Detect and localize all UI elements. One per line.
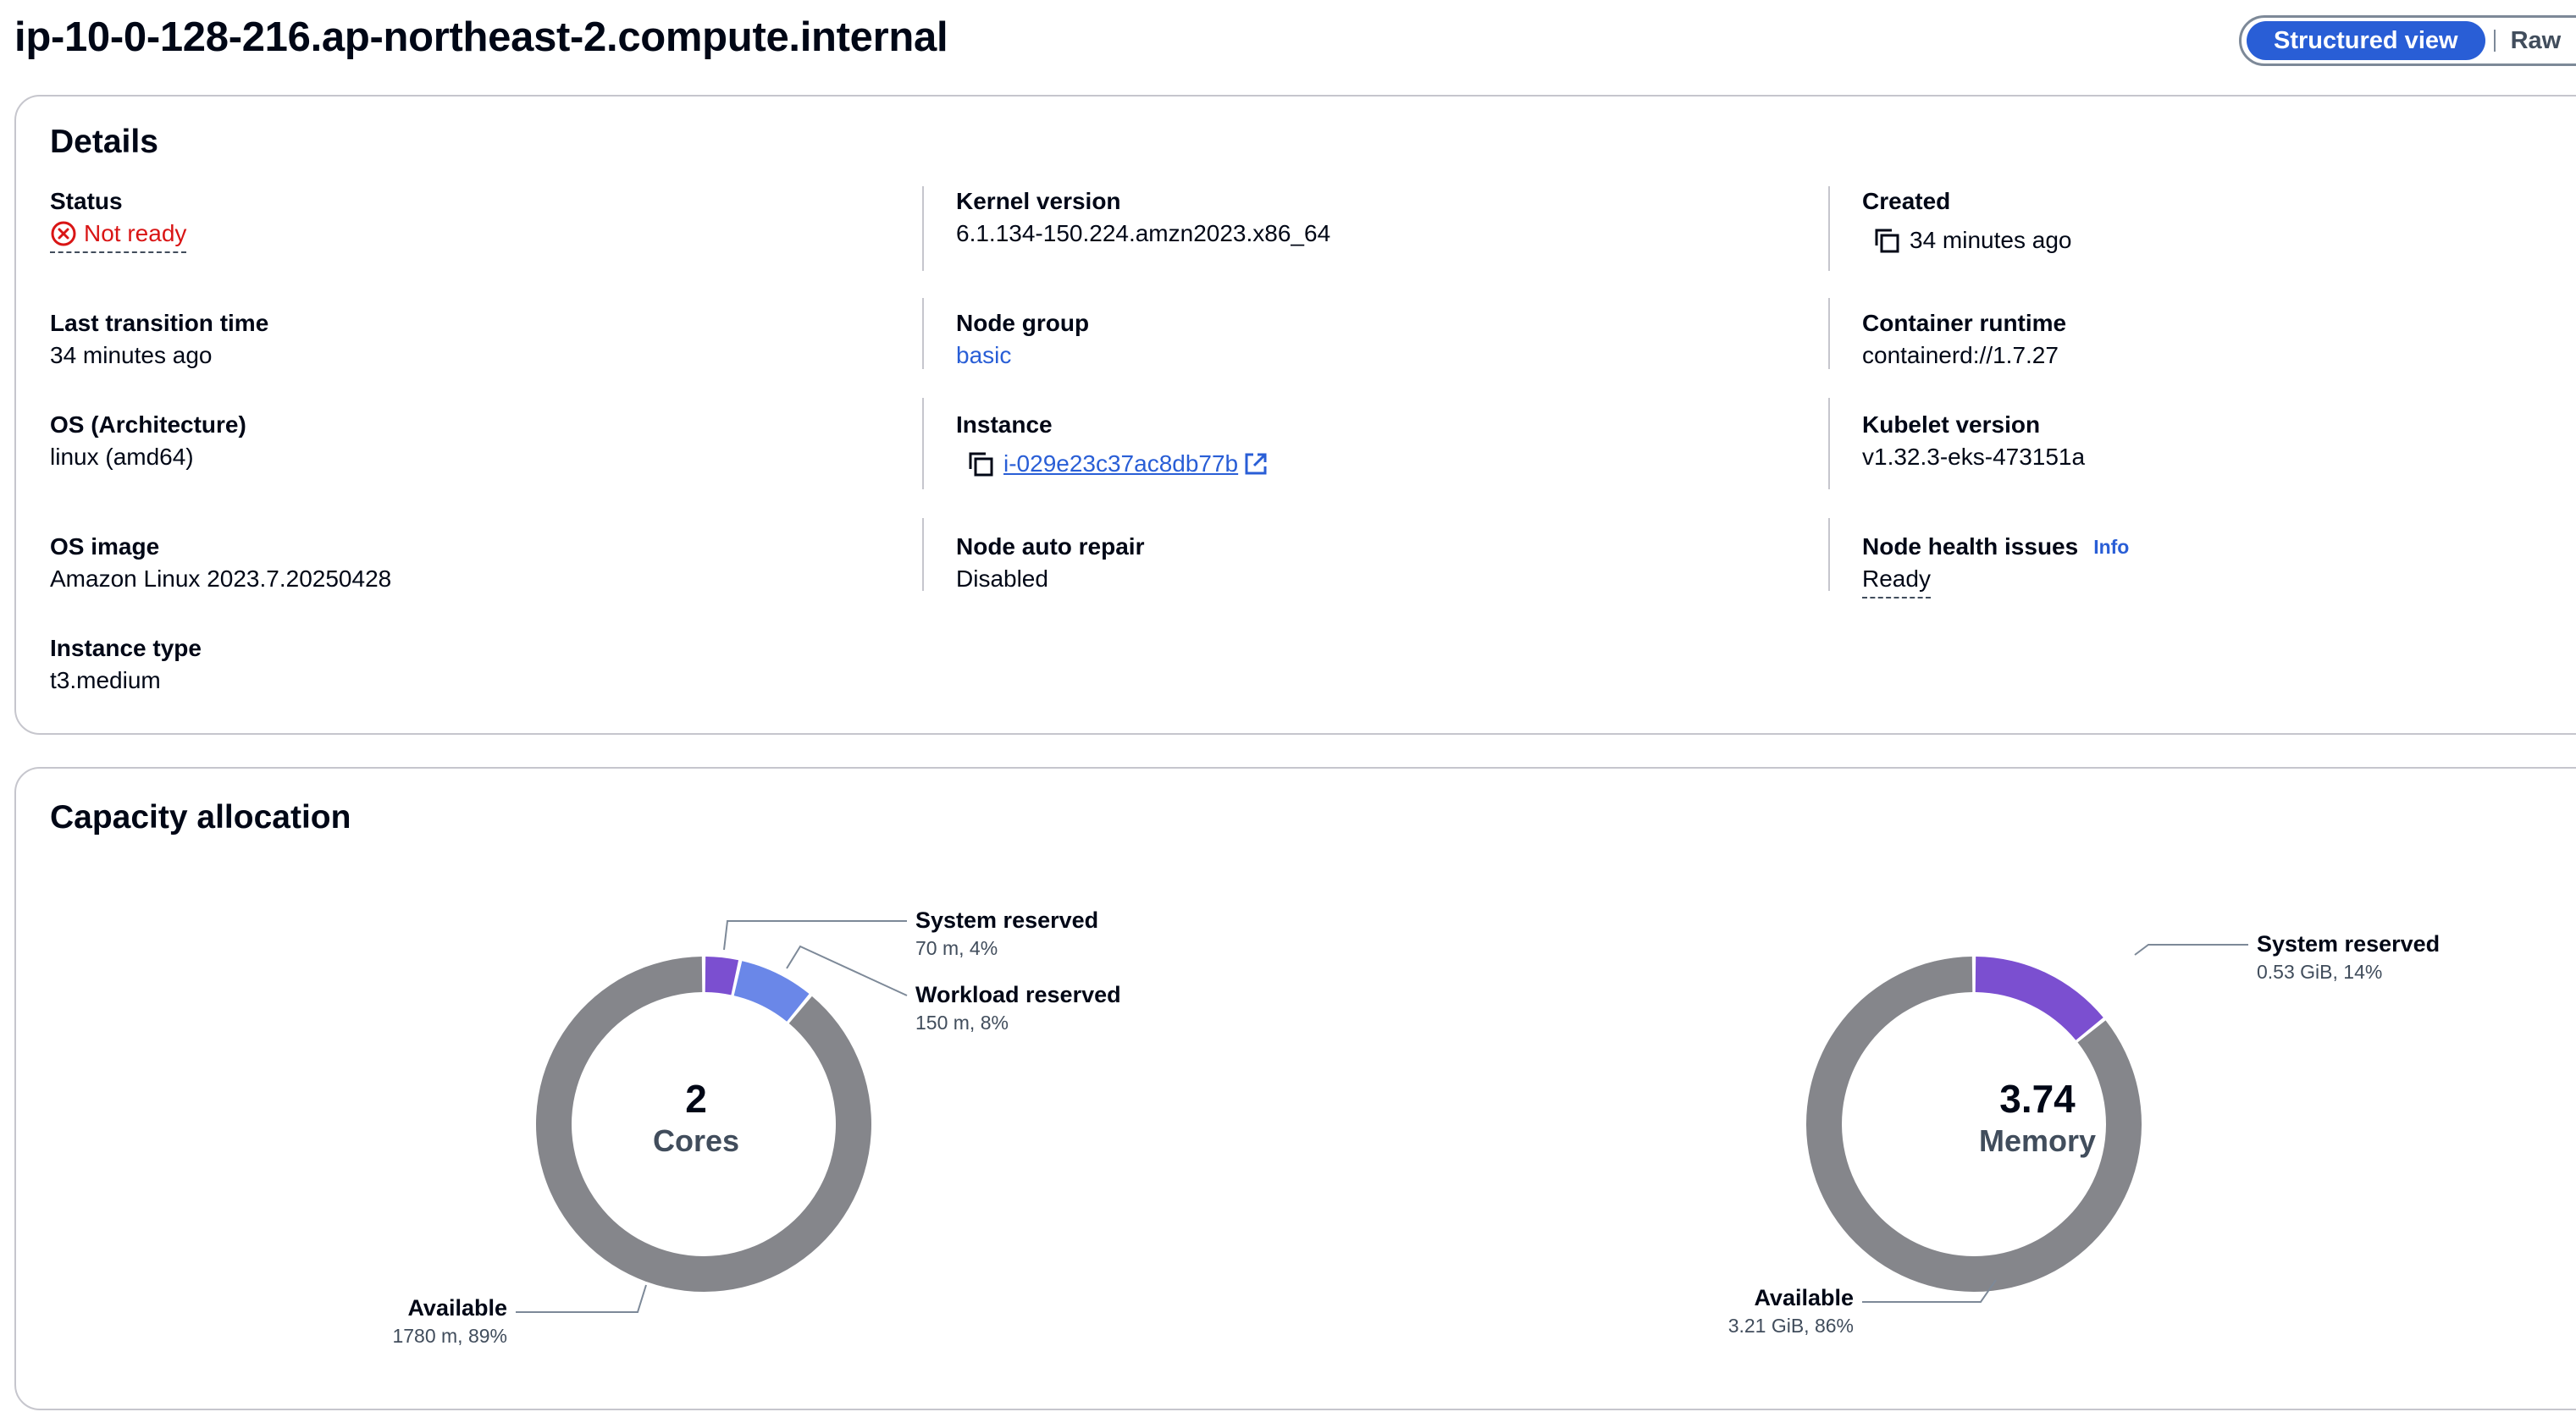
status-label: Status [50, 188, 123, 214]
last-transition-value: 34 minutes ago [50, 342, 213, 368]
column-divider [1828, 186, 1830, 271]
node-health-value[interactable]: Ready [1862, 562, 1931, 598]
created-field: Created 34 minutes ago [1862, 186, 2071, 257]
cpu-system-leader [723, 920, 907, 951]
cpu-system-reserved-label: System reserved [915, 907, 1099, 933]
instance-label: Instance [956, 411, 1053, 438]
cpu-available-label: Available [407, 1295, 507, 1321]
node-group-field: Node group basic [956, 308, 1089, 372]
memory-system-reserved-segment[interactable] [1975, 957, 2103, 1040]
toggle-divider [2493, 30, 2496, 52]
details-heading: Details [50, 124, 158, 160]
cpu-available-callout: Available 1780 m, 89% [338, 1293, 507, 1349]
column-divider [922, 186, 924, 271]
column-divider [1828, 398, 1830, 489]
column-divider [1828, 298, 1830, 369]
cpu-available-leader [516, 1284, 647, 1313]
os-image-value: Amazon Linux 2023.7.20250428 [50, 565, 392, 592]
cpu-total-value: 2 [685, 1077, 707, 1121]
cpu-available-detail: 1780 m, 89% [392, 1325, 507, 1347]
memory-available-label: Available [1754, 1285, 1854, 1310]
cpu-system-reserved-callout: System reserved 70 m, 4% [915, 906, 1098, 962]
copy-icon[interactable] [966, 450, 995, 478]
last-transition-label: Last transition time [50, 310, 269, 336]
node-auto-repair-label: Node auto repair [956, 533, 1145, 560]
container-runtime-value: containerd://1.7.27 [1862, 342, 2059, 368]
status-badge[interactable]: Not ready [50, 217, 187, 253]
instance-field: Instance i-029e23c37ac8db77b [956, 410, 1269, 481]
instance-type-value: t3.medium [50, 667, 161, 693]
info-link[interactable]: Info [2093, 532, 2129, 562]
memory-system-leader [2134, 944, 2248, 956]
node-group-link[interactable]: basic [956, 339, 1011, 372]
kubelet-version-label: Kubelet version [1862, 411, 2041, 438]
os-architecture-value: linux (amd64) [50, 444, 194, 470]
instance-type-label: Instance type [50, 635, 202, 661]
kubelet-version-value: v1.32.3-eks-473151a [1862, 444, 2086, 470]
memory-available-detail: 3.21 GiB, 86% [1727, 1315, 1854, 1337]
error-circle-icon [51, 221, 76, 246]
cpu-system-reserved-detail: 70 m, 4% [915, 937, 998, 959]
view-toggle: Structured view Raw [2239, 15, 2576, 66]
created-value: 34 minutes ago [1910, 227, 2072, 253]
kernel-version-label: Kernel version [956, 188, 1121, 214]
copy-icon[interactable] [1872, 226, 1901, 255]
cpu-unit-label: Cores [652, 1123, 740, 1158]
kernel-version-field: Kernel version 6.1.134-150.224.amzn2023.… [956, 186, 1330, 251]
status-field: Status Not ready [50, 186, 187, 253]
instance-link[interactable]: i-029e23c37ac8db77b [1003, 447, 1238, 481]
memory-unit-label: Memory [1978, 1123, 2097, 1158]
status-value: Not ready [84, 220, 187, 246]
details-panel: Details Status Not ready Last transition… [14, 95, 2576, 735]
os-image-field: OS image Amazon Linux 2023.7.20250428 [50, 532, 391, 596]
column-divider [1828, 518, 1830, 591]
node-auto-repair-value: Disabled [956, 565, 1048, 592]
cpu-system-reserved-segment[interactable] [705, 957, 739, 996]
cpu-workload-reserved-label: Workload reserved [915, 982, 1121, 1007]
memory-system-reserved-label: System reserved [2257, 931, 2441, 957]
memory-center: 3.74 Memory [1910, 1077, 2164, 1161]
os-image-label: OS image [50, 533, 160, 560]
cpu-center: 2 Cores [569, 1077, 823, 1161]
kernel-version-value: 6.1.134-150.224.amzn2023.x86_64 [956, 220, 1331, 246]
node-group-label: Node group [956, 310, 1090, 336]
capacity-panel: Capacity allocation 2 Cores System reser… [14, 767, 2576, 1410]
node-health-field: Node health issues Info Ready [1862, 532, 2129, 598]
memory-total-value: 3.74 [1999, 1077, 2076, 1121]
os-architecture-field: OS (Architecture) linux (amd64) [50, 410, 246, 474]
node-health-label: Node health issues [1862, 533, 2079, 560]
structured-view-button[interactable]: Structured view [2247, 21, 2485, 60]
cpu-workload-reserved-callout: Workload reserved 150 m, 8% [915, 980, 1121, 1036]
raw-view-button[interactable]: Raw [2511, 27, 2562, 55]
instance-type-field: Instance type t3.medium [50, 633, 202, 698]
page-title: ip-10-0-128-216.ap-northeast-2.compute.i… [14, 14, 948, 60]
memory-system-reserved-detail: 0.53 GiB, 14% [2257, 961, 2383, 983]
node-auto-repair-field: Node auto repair Disabled [956, 532, 1144, 596]
kubelet-version-field: Kubelet version v1.32.3-eks-473151a [1862, 410, 2085, 474]
memory-available-callout: Available 3.21 GiB, 86% [1667, 1283, 1854, 1339]
container-runtime-label: Container runtime [1862, 310, 2067, 336]
last-transition-field: Last transition time 34 minutes ago [50, 308, 268, 372]
created-label: Created [1862, 188, 1951, 214]
os-architecture-label: OS (Architecture) [50, 411, 246, 438]
cpu-workload-reserved-segment[interactable] [733, 961, 810, 1022]
cpu-workload-reserved-detail: 150 m, 8% [915, 1012, 1009, 1034]
column-divider [922, 298, 924, 369]
external-link-icon[interactable] [1243, 451, 1269, 477]
cpu-workload-leader [786, 945, 908, 996]
column-divider [922, 398, 924, 489]
column-divider [922, 518, 924, 591]
memory-system-reserved-callout: System reserved 0.53 GiB, 14% [2257, 929, 2440, 985]
container-runtime-field: Container runtime containerd://1.7.27 [1862, 308, 2066, 372]
